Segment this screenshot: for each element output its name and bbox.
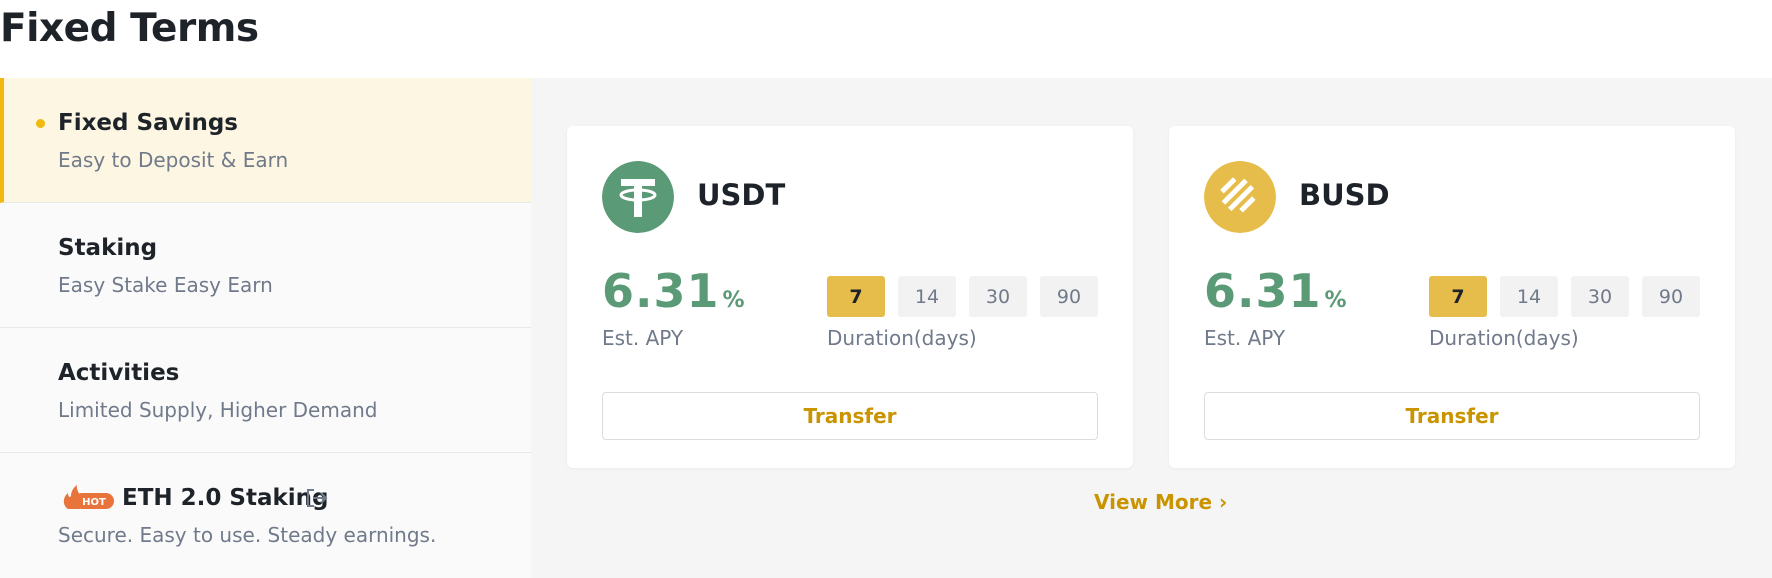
duration-option[interactable]: 90 [1642, 276, 1700, 317]
apy-label: Est. APY [1204, 326, 1286, 350]
duration-option[interactable]: 14 [898, 276, 956, 317]
apy-unit: % [1324, 288, 1347, 313]
product-card-busd: BUSD 6.31% Est. APY 7 14 30 90 Duration(… [1169, 126, 1735, 468]
hot-badge-label: HOT [82, 497, 106, 508]
apy-value: 6.31% [602, 264, 745, 318]
coin-name: BUSD [1299, 178, 1390, 212]
sidebar-item-subtitle: Easy Stake Easy Earn [58, 273, 273, 297]
sidebar-item-title: Fixed Savings [58, 110, 238, 136]
sidebar-item-subtitle: Secure. Easy to use. Steady earnings. [58, 523, 437, 547]
sidebar-item-title: ETH 2.0 Staking [122, 485, 329, 511]
apy-number: 6.31 [602, 264, 720, 318]
apy-unit: % [722, 288, 745, 313]
external-link-icon[interactable] [305, 487, 329, 509]
duration-selector: 7 14 30 90 [1429, 276, 1700, 317]
active-dot-icon [36, 119, 45, 128]
duration-option[interactable]: 7 [827, 276, 885, 317]
sidebar-item-fixed-savings[interactable]: Fixed Savings Easy to Deposit & Earn [0, 78, 531, 203]
duration-label: Duration(days) [1429, 326, 1579, 350]
page-title: Fixed Terms [0, 6, 259, 51]
apy-value: 6.31% [1204, 264, 1347, 318]
duration-option[interactable]: 14 [1500, 276, 1558, 317]
coin-name: USDT [697, 178, 786, 212]
sidebar-item-subtitle: Easy to Deposit & Earn [58, 148, 289, 172]
apy-label: Est. APY [602, 326, 684, 350]
sidebar-item-eth-staking[interactable]: HOT ETH 2.0 Staking Secure. Easy to use.… [0, 453, 531, 578]
apy-number: 6.31 [1204, 264, 1322, 318]
sidebar-item-subtitle: Limited Supply, Higher Demand [58, 398, 378, 422]
fixed-terms-panel: Fixed Savings Easy to Deposit & Earn Sta… [0, 78, 1772, 578]
sidebar-item-activities[interactable]: Activities Limited Supply, Higher Demand [0, 328, 531, 453]
duration-selector: 7 14 30 90 [827, 276, 1098, 317]
duration-option[interactable]: 7 [1429, 276, 1487, 317]
product-card-usdt: USDT 6.31% Est. APY 7 14 30 90 Duration(… [567, 126, 1133, 468]
duration-label: Duration(days) [827, 326, 977, 350]
sidebar: Fixed Savings Easy to Deposit & Earn Sta… [0, 78, 531, 578]
sidebar-item-title: Staking [58, 235, 158, 261]
sidebar-item-staking[interactable]: Staking Easy Stake Easy Earn [0, 203, 531, 328]
view-more-link[interactable]: View More › [1094, 490, 1227, 514]
transfer-button[interactable]: Transfer [602, 392, 1098, 440]
hot-badge-icon: HOT [63, 485, 114, 509]
duration-option[interactable]: 90 [1040, 276, 1098, 317]
duration-option[interactable]: 30 [969, 276, 1027, 317]
duration-option[interactable]: 30 [1571, 276, 1629, 317]
sidebar-item-title: Activities [58, 360, 180, 386]
usdt-icon [602, 161, 674, 233]
busd-icon [1204, 161, 1276, 233]
transfer-button[interactable]: Transfer [1204, 392, 1700, 440]
